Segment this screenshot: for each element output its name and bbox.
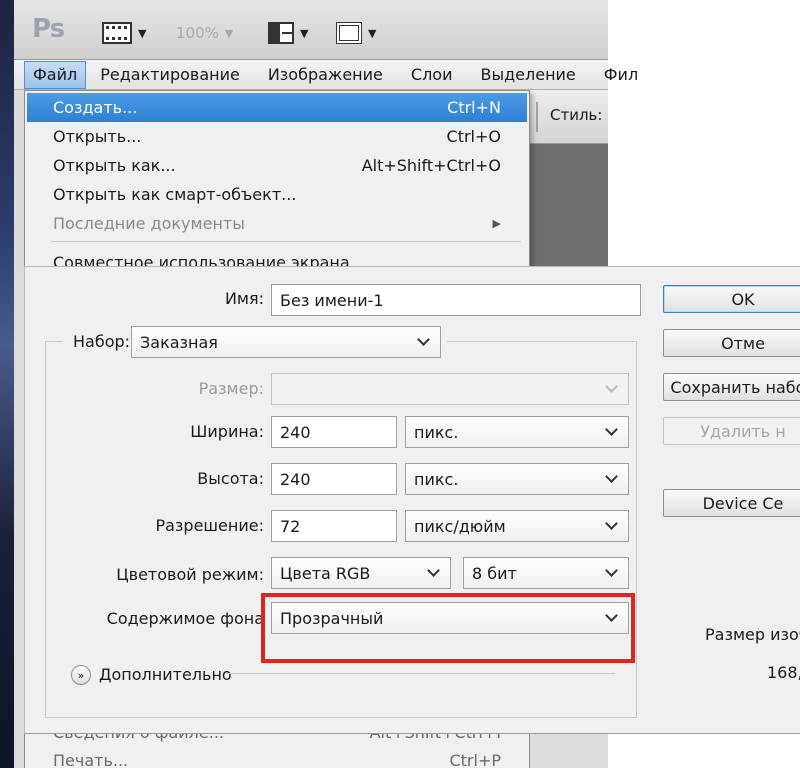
chevron-down-icon: ▼ [224, 26, 234, 40]
color-mode-select[interactable]: Цвета RGB [271, 557, 451, 589]
preset-value: Заказная [140, 332, 218, 352]
zoom-level-button[interactable]: 100% ▼ [176, 20, 233, 46]
width-unit-select[interactable]: пикс. [405, 416, 629, 448]
resolution-input[interactable]: 72 [271, 510, 397, 542]
advanced-divider [225, 673, 615, 674]
color-mode-label: Цветовой режим: [116, 565, 264, 584]
chevron-down-icon: ▼ [138, 26, 147, 40]
menu-item-recent[interactable]: Последние документы ▶ [27, 209, 527, 238]
device-central-button[interactable]: Device Ce [663, 489, 800, 517]
chevron-down-icon: ▼ [300, 26, 309, 40]
divider [536, 102, 538, 132]
menu-item-label: Открыть как... [53, 156, 176, 175]
view-extras-button[interactable]: ▼ [102, 20, 146, 46]
chevron-down-icon [427, 564, 440, 577]
menu-item-shortcut: Ctrl+N [447, 98, 501, 117]
ps-logo: Ps [32, 14, 65, 44]
bit-depth-select[interactable]: 8 бит [463, 557, 629, 589]
menu-item-open-smart-object[interactable]: Открыть как смарт-объект... [27, 180, 527, 209]
size-label: Размер: [198, 379, 264, 398]
advanced-label: Дополнительно [99, 665, 232, 684]
background-label: Содержимое фона [106, 609, 264, 628]
height-unit-select[interactable]: пикс. [405, 463, 629, 495]
width-input[interactable]: 240 [271, 416, 397, 448]
groupbox-border [447, 341, 637, 342]
menu-item-label: Открыть как смарт-объект... [53, 185, 297, 204]
preset-select[interactable]: Заказная [131, 326, 441, 358]
groupbox-border [45, 717, 637, 718]
menu-item-label: Последние документы [53, 214, 245, 233]
new-document-dialog: Имя: Без имени-1 Набор: Заказная Размер:… [24, 266, 800, 734]
arrange-documents-button[interactable]: ▼ [268, 20, 308, 46]
workspace-canvas [530, 144, 608, 270]
menu-item-shortcut: Ctrl+P [449, 751, 501, 768]
highlight-annotation [261, 593, 635, 663]
resolution-unit-select[interactable]: пикс/дюйм [405, 510, 629, 542]
save-preset-button[interactable]: Сохранить набор [663, 373, 800, 401]
zoom-level: 100% [176, 24, 219, 42]
file-menu-dropdown: Создать... Ctrl+N Открыть... Ctrl+O Откр… [24, 90, 530, 272]
menu-item-open-as[interactable]: Открыть как... Alt+Shift+Ctrl+O [27, 151, 527, 180]
chevron-down-icon [605, 564, 618, 577]
advanced-toggle-button[interactable]: » [71, 665, 91, 685]
delete-preset-button[interactable]: Удалить н [663, 417, 800, 445]
screen-mode-button[interactable]: ▼ [336, 20, 376, 46]
name-input[interactable]: Без имени-1 [271, 284, 641, 316]
menu-file[interactable]: Файл [24, 60, 87, 89]
menu-select[interactable]: Выделение [466, 60, 589, 90]
groupbox-border [45, 341, 46, 717]
application-bar: Ps ▼ 100% ▼ ▼ ▼ [14, 0, 608, 60]
chevron-down-icon [605, 423, 618, 436]
resolution-label: Разрешение: [155, 516, 264, 535]
preset-label: Набор: [73, 332, 131, 351]
width-label: Ширина: [190, 422, 264, 441]
menu-separator [51, 241, 521, 242]
screen-mode-icon [336, 22, 362, 44]
menu-bar: Файл Редактирование Изображение Слои Выд… [14, 60, 638, 90]
menu-item-print[interactable]: Печать... Ctrl+P [27, 746, 527, 768]
groupbox-border [45, 341, 63, 342]
size-select[interactable] [271, 373, 629, 405]
image-size-value: 168,8 [767, 663, 800, 682]
menu-item-shortcut: Ctrl+O [446, 127, 501, 146]
chevron-down-icon [605, 380, 618, 393]
width-unit-value: пикс. [414, 422, 459, 442]
color-mode-value: Цвета RGB [280, 563, 371, 583]
name-label: Имя: [224, 289, 264, 308]
menu-edit[interactable]: Редактирование [86, 60, 254, 90]
menu-image[interactable]: Изображение [254, 60, 397, 90]
groupbox-border [636, 341, 637, 717]
chevron-down-icon [605, 517, 618, 530]
resolution-unit-value: пикс/дюйм [414, 516, 506, 536]
film-icon [102, 22, 132, 44]
menu-filter[interactable]: Фил [590, 60, 652, 90]
menu-item-new[interactable]: Создать... Ctrl+N [27, 93, 527, 122]
menu-layers[interactable]: Слои [397, 60, 467, 90]
menu-item-label: Открыть... [53, 127, 142, 146]
layout-icon [268, 22, 294, 44]
chevron-down-icon [417, 333, 430, 346]
menu-item-label: Печать... [53, 751, 129, 768]
menu-item-shortcut: Alt+Shift+Ctrl+O [361, 156, 501, 175]
submenu-arrow-icon: ▶ [492, 217, 501, 230]
ok-button[interactable]: OK [663, 285, 800, 313]
bit-depth-value: 8 бит [472, 563, 517, 583]
image-size-label: Размер изобр [705, 625, 800, 644]
menu-item-open[interactable]: Открыть... Ctrl+O [27, 122, 527, 151]
menu-item-label: Создать... [53, 98, 138, 117]
height-label: Высота: [197, 469, 264, 488]
style-label: Стиль: [550, 106, 603, 124]
double-chevron-down-icon: » [77, 668, 85, 682]
height-unit-value: пикс. [414, 469, 459, 489]
chevron-down-icon: ▼ [368, 26, 377, 40]
cancel-button[interactable]: Отме [663, 329, 800, 357]
chevron-down-icon [605, 470, 618, 483]
options-bar: Стиль: [530, 90, 608, 144]
height-input[interactable]: 240 [271, 463, 397, 495]
